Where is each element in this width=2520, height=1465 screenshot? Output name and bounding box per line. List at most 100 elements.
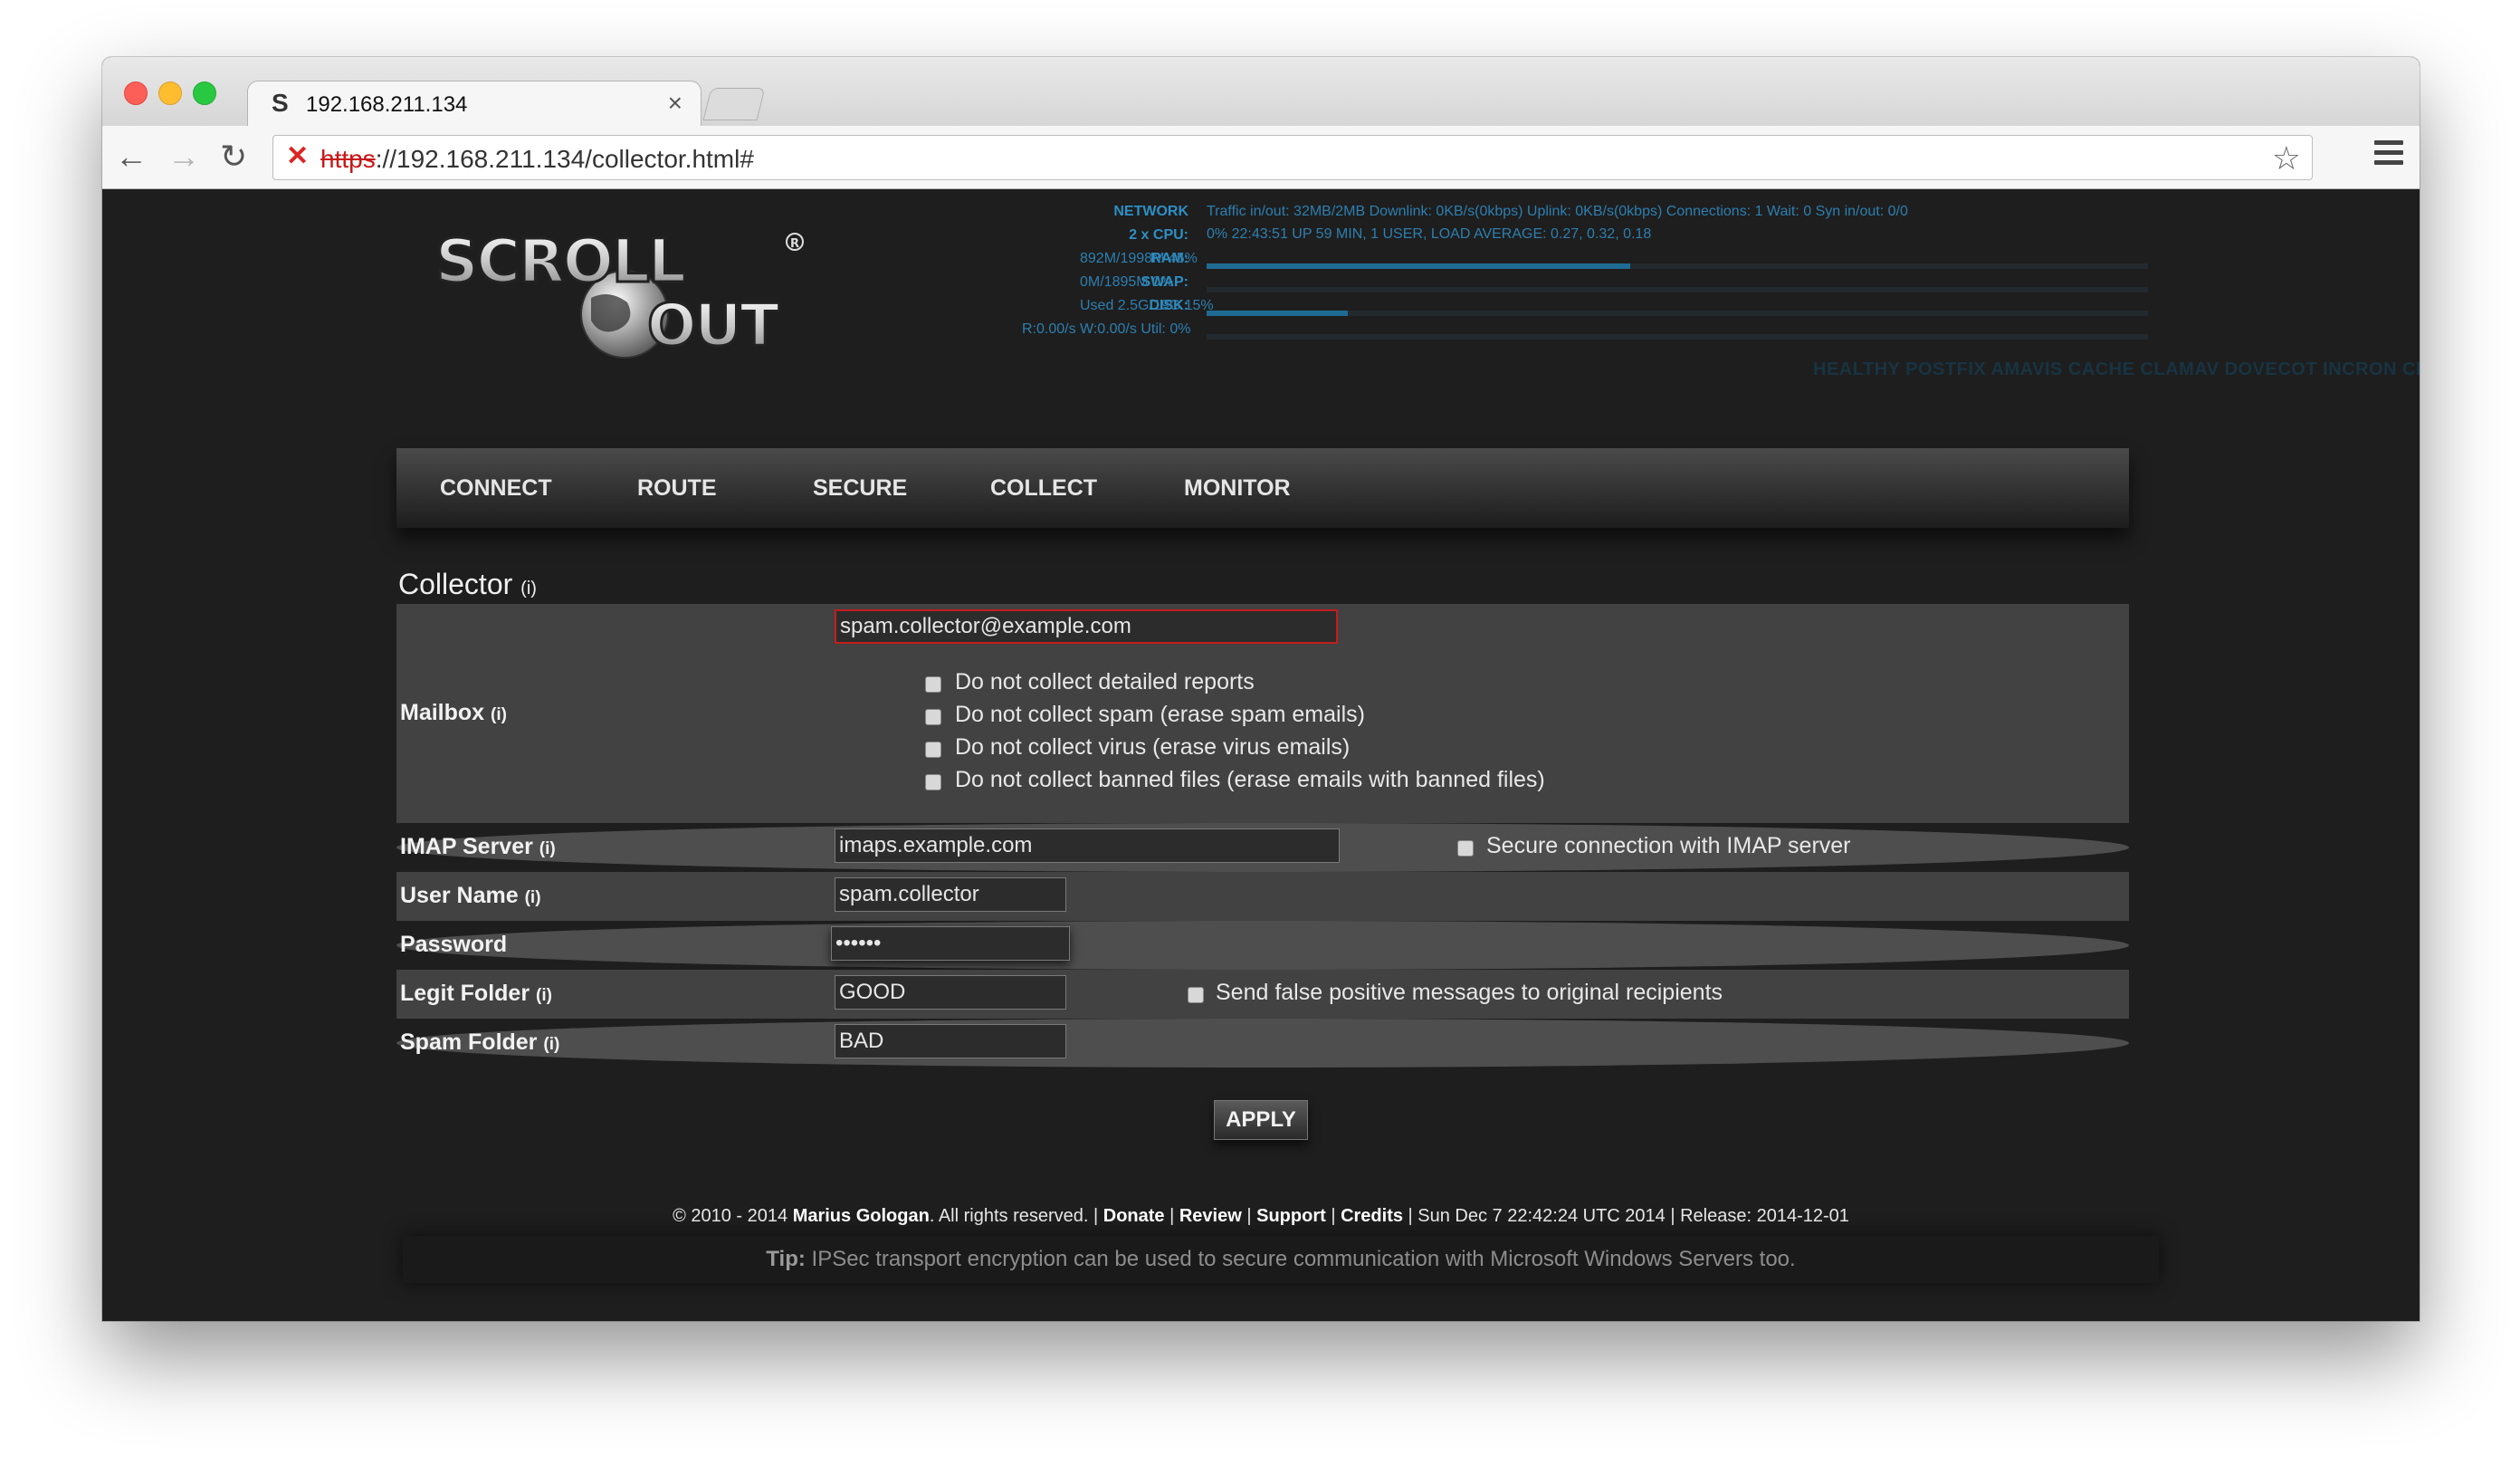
send-false-positive-checkbox[interactable] bbox=[1188, 987, 1204, 1003]
disk-usage-bar bbox=[1207, 311, 1348, 316]
logo-word-scroll: SCROLL bbox=[435, 226, 685, 296]
url-path: ://192.168.211.134/collector.html# bbox=[375, 145, 754, 173]
stats-io-row: R:0.00/s W:0.00/s Util: 0% bbox=[908, 321, 2148, 341]
spam-folder-label-text: Spam Folder bbox=[400, 1029, 538, 1055]
mailbox-input[interactable]: spam.collector@example.com bbox=[835, 609, 1338, 644]
imap-info-link[interactable]: (i) bbox=[539, 839, 556, 858]
scrollout-favicon-icon: S bbox=[272, 89, 289, 117]
stats-disk-value: Used 2.5G/19G 15% bbox=[1080, 298, 1214, 313]
imap-server-label: IMAP Server (i) bbox=[400, 834, 556, 860]
reload-icon[interactable]: ↻ bbox=[220, 139, 247, 175]
service-status-links[interactable]: HEALTHY POSTFIX AMAVIS CACHE CLAMAV DOVE… bbox=[1813, 359, 2420, 380]
send-false-positive-label: Send false positive messages to original… bbox=[1216, 980, 1723, 1005]
section-info-link[interactable]: (i) bbox=[520, 579, 537, 598]
imap-secure-checkbox[interactable] bbox=[1457, 840, 1474, 857]
stats-cpu-value: 0% 22:43:51 UP 59 MIN, 1 USER, LOAD AVER… bbox=[1207, 226, 1652, 242]
imap-server-input[interactable]: imaps.example.com bbox=[835, 828, 1340, 863]
legit-info-link[interactable]: (i) bbox=[536, 986, 552, 1005]
no-spam-checkbox[interactable] bbox=[925, 709, 941, 725]
ram-usage-bar bbox=[1207, 263, 1630, 269]
disk-bar-track bbox=[1207, 311, 2148, 316]
browser-window: S 192.168.211.134 × ← → ↻ ✕ https://192.… bbox=[102, 57, 2420, 1321]
stats-network-row: NETWORK Traffic in/out: 32MB/2MB Downlin… bbox=[908, 204, 2148, 224]
minimize-window-button[interactable] bbox=[158, 81, 182, 105]
nav-collect[interactable]: COLLECT bbox=[990, 475, 1097, 502]
stats-swap-row: SWAP: 0M/1895M 0% bbox=[908, 274, 2148, 294]
password-input[interactable]: •••••• bbox=[831, 926, 1070, 961]
spam-info-link[interactable]: (i) bbox=[543, 1035, 559, 1054]
footer-copyright: © 2010 - 2014 bbox=[673, 1206, 793, 1226]
legit-folder-label: Legit Folder (i) bbox=[400, 981, 552, 1007]
imap-server-row: IMAP Server (i) imaps.example.com Secure… bbox=[396, 823, 2129, 872]
spam-folder-label: Spam Folder (i) bbox=[400, 1029, 559, 1056]
stats-network-value: Traffic in/out: 32MB/2MB Downlink: 0KB/s… bbox=[1207, 204, 1908, 219]
url-protocol: https bbox=[320, 145, 376, 173]
hamburger-menu-icon[interactable] bbox=[2374, 140, 2403, 170]
imap-server-label-text: IMAP Server bbox=[400, 834, 533, 859]
nav-route[interactable]: ROUTE bbox=[637, 475, 717, 502]
stats-cpu-label: 2 x CPU: bbox=[1129, 227, 1188, 243]
footer-sep: | bbox=[1325, 1206, 1341, 1226]
mailbox-label-text: Mailbox bbox=[400, 700, 485, 725]
main-nav: CONNECT ROUTE SECURE COLLECT MONITOR bbox=[396, 448, 2129, 528]
bookmark-star-icon[interactable]: ☆ bbox=[2272, 139, 2301, 177]
page-content: SCROLL OUT R NETWORK Traffic in/out: 32M… bbox=[102, 189, 2420, 1321]
browser-tab[interactable]: S 192.168.211.134 × bbox=[247, 81, 702, 128]
stats-ram-value: 892M/1998M 45% bbox=[1080, 251, 1198, 266]
spam-folder-input[interactable]: BAD bbox=[835, 1024, 1066, 1058]
stats-swap-value: 0M/1895M 0% bbox=[1080, 274, 1174, 290]
no-detailed-reports-checkbox[interactable] bbox=[925, 676, 941, 693]
tab-close-icon[interactable]: × bbox=[668, 89, 682, 118]
new-tab-button[interactable] bbox=[702, 88, 766, 120]
footer-support-link[interactable]: Support bbox=[1256, 1206, 1326, 1226]
stats-io-value: R:0.00/s W:0.00/s Util: 0% bbox=[1022, 321, 1191, 337]
footer-credits-link[interactable]: Credits bbox=[1341, 1206, 1403, 1226]
no-detailed-reports-label: Do not collect detailed reports bbox=[955, 669, 1255, 694]
apply-button[interactable]: APPLY bbox=[1214, 1100, 1308, 1140]
user-name-input[interactable]: spam.collector bbox=[835, 877, 1066, 912]
address-bar[interactable]: ✕ https://192.168.211.134/collector.html… bbox=[272, 135, 2313, 180]
no-banned-files-checkbox[interactable] bbox=[925, 774, 941, 790]
stats-disk-row: DISK: Used 2.5G/19G 15% bbox=[908, 298, 2148, 318]
section-title-text: Collector bbox=[398, 568, 513, 600]
mailbox-label: Mailbox (i) bbox=[400, 700, 507, 726]
scrollout-logo: SCROLL OUT R bbox=[434, 225, 804, 361]
insecure-connection-icon[interactable]: ✕ bbox=[286, 143, 313, 170]
system-stats: NETWORK Traffic in/out: 32MB/2MB Downlin… bbox=[908, 204, 2420, 385]
nav-secure[interactable]: SECURE bbox=[813, 475, 907, 502]
footer-review-link[interactable]: Review bbox=[1179, 1206, 1242, 1226]
legit-folder-input[interactable]: GOOD bbox=[835, 975, 1066, 1010]
user-name-label-text: User Name bbox=[400, 883, 519, 908]
stats-cpu-row: 2 x CPU: 0% 22:43:51 UP 59 MIN, 1 USER, … bbox=[908, 226, 2148, 247]
logo-word-out: OUT bbox=[647, 292, 779, 359]
footer-author-link[interactable]: Marius Gologan bbox=[793, 1206, 930, 1226]
user-name-label: User Name (i) bbox=[400, 883, 541, 909]
no-virus-checkbox[interactable] bbox=[925, 742, 941, 758]
swap-bar-track bbox=[1207, 287, 2148, 292]
password-label: Password bbox=[400, 932, 508, 957]
footer-sep: | bbox=[1241, 1206, 1257, 1226]
tab-title: 192.168.211.134 bbox=[306, 92, 468, 117]
user-info-link[interactable]: (i) bbox=[525, 888, 541, 907]
close-window-button[interactable] bbox=[124, 81, 148, 105]
footer-sep: | bbox=[1164, 1206, 1179, 1226]
zoom-window-button[interactable] bbox=[193, 81, 216, 105]
stats-network-label: NETWORK bbox=[1113, 204, 1188, 219]
back-arrow-icon[interactable]: ← bbox=[115, 139, 148, 175]
nav-monitor[interactable]: MONITOR bbox=[1184, 475, 1291, 502]
nav-connect[interactable]: CONNECT bbox=[440, 475, 552, 502]
footer-donate-link[interactable]: Donate bbox=[1103, 1206, 1165, 1226]
mailbox-info-link[interactable]: (i) bbox=[491, 705, 507, 724]
tab-strip: S 192.168.211.134 × bbox=[102, 57, 2420, 128]
forward-arrow-icon[interactable]: → bbox=[167, 139, 200, 175]
registered-mark: R bbox=[790, 237, 799, 251]
tip-banner: Tip: IPSec transport encryption can be u… bbox=[403, 1236, 2159, 1283]
password-row: Password •••••• bbox=[396, 921, 2129, 970]
no-spam-label: Do not collect spam (erase spam emails) bbox=[955, 702, 1365, 727]
browser-toolbar: ← → ↻ ✕ https://192.168.211.134/collecto… bbox=[102, 126, 2420, 189]
io-bar-track bbox=[1207, 334, 2148, 340]
tip-text: IPSec transport encryption can be used t… bbox=[805, 1247, 1796, 1271]
tip-label: Tip: bbox=[766, 1247, 806, 1271]
stats-ram-row: RAM: 892M/1998M 45% bbox=[908, 251, 2148, 271]
legit-folder-row: Legit Folder (i) GOOD Send false positiv… bbox=[396, 970, 2129, 1019]
